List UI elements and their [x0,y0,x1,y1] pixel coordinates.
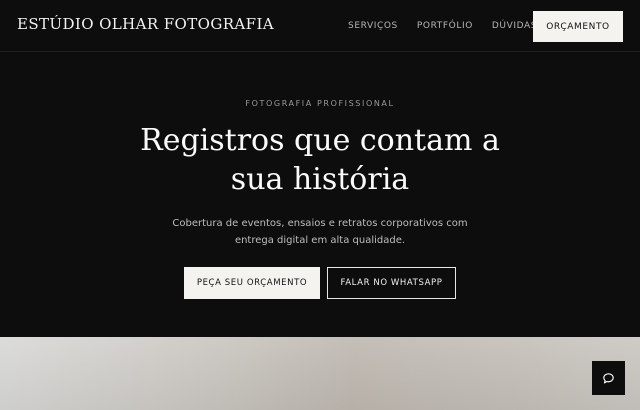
hero-headline-line-2: sua história [230,162,410,197]
hero-subtitle: Cobertura de eventos, ensaios e retratos… [0,215,640,249]
quote-nav-button[interactable]: ORÇAMENTO [533,11,623,42]
hero-eyebrow: FOTOGRAFIA PROFISSIONAL [245,99,395,108]
main-nav: SERVIÇOS PORTFÓLIO DÚVIDAS [348,21,556,31]
request-quote-button[interactable]: PEÇA SEU ORÇAMENTO [184,267,320,299]
chat-button[interactable] [592,361,625,395]
hero-headline: Registros que contam a sua história [0,121,640,199]
hero-headline-line-1: Registros que contam a [140,123,500,158]
hero-subtitle-line-2: entrega digital em alta qualidade. [234,235,406,246]
hero-photo [0,337,640,410]
top-navbar: ESTÚDIO OLHAR FOTOGRAFIA SERVIÇOS PORTFÓ… [0,0,640,52]
nav-link-portfolio[interactable]: PORTFÓLIO [417,21,473,31]
whatsapp-button[interactable]: FALAR NO WHATSAPP [327,267,456,299]
hero-subtitle-line-1: Cobertura de eventos, ensaios e retratos… [172,218,468,229]
chat-bubble-icon [603,372,614,383]
hero-section: FOTOGRAFIA PROFISSIONAL Registros que co… [0,53,640,337]
nav-link-servicos[interactable]: SERVIÇOS [348,21,398,31]
brand-logo-text[interactable]: ESTÚDIO OLHAR FOTOGRAFIA [17,15,274,33]
nav-link-duvidas[interactable]: DÚVIDAS [492,21,537,31]
